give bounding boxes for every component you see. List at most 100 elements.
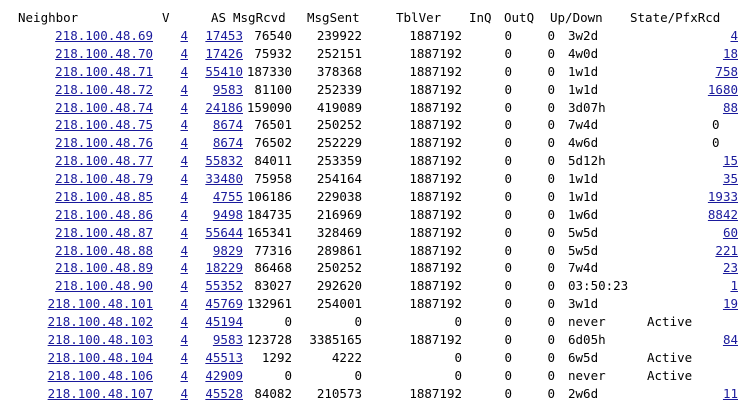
version-link[interactable]: 4 (178, 81, 188, 99)
as-number-link[interactable]: 45194 (190, 313, 243, 331)
outq-value: 0 (547, 63, 555, 79)
version-link[interactable]: 4 (178, 224, 188, 242)
outq-value: 0 (547, 135, 555, 151)
as-number-link[interactable]: 17453 (190, 27, 243, 45)
outq-value: 0 (547, 117, 555, 133)
version-link[interactable]: 4 (178, 188, 188, 206)
version-link[interactable]: 4 (178, 367, 188, 385)
pfx-rcvd-link[interactable]: 758 (690, 63, 738, 81)
version-link[interactable]: 4 (178, 349, 188, 367)
neighbor-ip-link[interactable]: 218.100.48.86 (0, 206, 153, 224)
version-link[interactable]: 4 (178, 99, 188, 117)
table-row: 218.100.48.79 4 33480 75958 254164 1887192 0 0 1… (0, 170, 756, 188)
tbl-ver-value: 1887192 (409, 171, 462, 187)
version-link[interactable]: 4 (178, 331, 188, 349)
version-link[interactable]: 4 (178, 134, 188, 152)
table-row: 218.100.48.87 4 55644 165341 328469 1887192 0 0… (0, 224, 756, 242)
version-link[interactable]: 4 (178, 385, 188, 403)
pfx-rcvd-link[interactable]: 19 (690, 295, 738, 313)
pfx-rcvd-link[interactable]: 88 (690, 99, 738, 117)
as-number-link[interactable]: 8674 (190, 134, 243, 152)
neighbor-ip-link[interactable]: 218.100.48.87 (0, 224, 153, 242)
msg-rcvd-value: 165341 (246, 224, 292, 240)
pfx-rcvd-link[interactable]: 1680 (690, 81, 738, 99)
pfx-rcvd-link[interactable]: 8842 (690, 206, 738, 224)
neighbor-ip-link[interactable]: 218.100.48.90 (0, 277, 153, 295)
msg-sent-value: 289861 (316, 242, 362, 258)
as-number-link[interactable]: 55352 (190, 277, 243, 295)
version-link[interactable]: 4 (178, 152, 188, 170)
msg-sent-value: 210573 (316, 385, 362, 401)
as-number-link[interactable]: 9583 (190, 81, 243, 99)
msg-rcvd-value: 76502 (254, 135, 292, 151)
tbl-ver-value: 1887192 (409, 331, 462, 347)
tbl-ver-value: 1887192 (409, 278, 462, 294)
version-link[interactable]: 4 (178, 313, 188, 331)
msg-rcvd-value: 187330 (246, 63, 292, 79)
tbl-ver-value: 1887192 (409, 99, 462, 115)
inq-value: 0 (504, 296, 512, 312)
up-down-value: 4w0d (568, 45, 599, 61)
pfx-rcvd-link[interactable]: 84 (690, 331, 738, 349)
as-number-link[interactable]: 9829 (190, 242, 243, 260)
neighbor-ip-link[interactable]: 218.100.48.102 (0, 313, 153, 331)
version-link[interactable]: 4 (178, 170, 188, 188)
neighbor-ip-link[interactable]: 218.100.48.69 (0, 27, 153, 45)
as-number-link[interactable]: 8674 (190, 116, 243, 134)
msg-sent-value: 0 (354, 314, 362, 330)
pfx-rcvd-link[interactable]: 1933 (690, 188, 738, 206)
as-number-link[interactable]: 9498 (190, 206, 243, 224)
neighbor-ip-link[interactable]: 218.100.48.101 (0, 295, 153, 313)
header-neighbor: Neighbor (18, 10, 79, 25)
as-number-link[interactable]: 24186 (190, 99, 243, 117)
version-link[interactable]: 4 (178, 45, 188, 63)
outq-value: 0 (547, 153, 555, 169)
as-number-link[interactable]: 55832 (190, 152, 243, 170)
as-number-link[interactable]: 45513 (190, 349, 243, 367)
as-number-link[interactable]: 42909 (190, 367, 243, 385)
version-link[interactable]: 4 (178, 242, 188, 260)
neighbor-ip-link[interactable]: 218.100.48.107 (0, 385, 153, 403)
neighbor-ip-link[interactable]: 218.100.48.104 (0, 349, 153, 367)
neighbor-ip-link[interactable]: 218.100.48.71 (0, 63, 153, 81)
neighbor-ip-link[interactable]: 218.100.48.75 (0, 116, 153, 134)
neighbor-ip-link[interactable]: 218.100.48.85 (0, 188, 153, 206)
as-number-link[interactable]: 4755 (190, 188, 243, 206)
neighbor-ip-link[interactable]: 218.100.48.77 (0, 152, 153, 170)
msg-sent-value: 252229 (316, 135, 362, 151)
pfx-rcvd-link[interactable]: 1 (690, 277, 738, 295)
neighbor-ip-link[interactable]: 218.100.48.76 (0, 134, 153, 152)
version-link[interactable]: 4 (178, 277, 188, 295)
pfx-rcvd-link[interactable]: 4 (690, 27, 738, 45)
neighbor-ip-link[interactable]: 218.100.48.72 (0, 81, 153, 99)
neighbor-ip-link[interactable]: 218.100.48.88 (0, 242, 153, 260)
version-link[interactable]: 4 (178, 63, 188, 81)
as-number-link[interactable]: 45528 (190, 385, 243, 403)
as-number-link[interactable]: 45769 (190, 295, 243, 313)
neighbor-ip-link[interactable]: 218.100.48.106 (0, 367, 153, 385)
pfx-rcvd-link[interactable]: 15 (690, 152, 738, 170)
as-number-link[interactable]: 9583 (190, 331, 243, 349)
version-link[interactable]: 4 (178, 206, 188, 224)
as-number-link[interactable]: 55644 (190, 224, 243, 242)
pfx-rcvd-link[interactable]: 18 (690, 45, 738, 63)
as-number-link[interactable]: 33480 (190, 170, 243, 188)
tbl-ver-value: 1887192 (409, 188, 462, 204)
pfx-rcvd-link[interactable]: 23 (690, 259, 738, 277)
neighbor-ip-link[interactable]: 218.100.48.79 (0, 170, 153, 188)
version-link[interactable]: 4 (178, 295, 188, 313)
neighbor-ip-link[interactable]: 218.100.48.89 (0, 259, 153, 277)
neighbor-ip-link[interactable]: 218.100.48.74 (0, 99, 153, 117)
as-number-link[interactable]: 55410 (190, 63, 243, 81)
pfx-rcvd-link[interactable]: 35 (690, 170, 738, 188)
version-link[interactable]: 4 (178, 27, 188, 45)
pfx-rcvd-link[interactable]: 221 (690, 242, 738, 260)
neighbor-ip-link[interactable]: 218.100.48.70 (0, 45, 153, 63)
pfx-rcvd-link[interactable]: 60 (690, 224, 738, 242)
as-number-link[interactable]: 17426 (190, 45, 243, 63)
pfx-rcvd-link[interactable]: 11 (690, 385, 738, 403)
as-number-link[interactable]: 18229 (190, 259, 243, 277)
version-link[interactable]: 4 (178, 116, 188, 134)
version-link[interactable]: 4 (178, 259, 188, 277)
neighbor-ip-link[interactable]: 218.100.48.103 (0, 331, 153, 349)
